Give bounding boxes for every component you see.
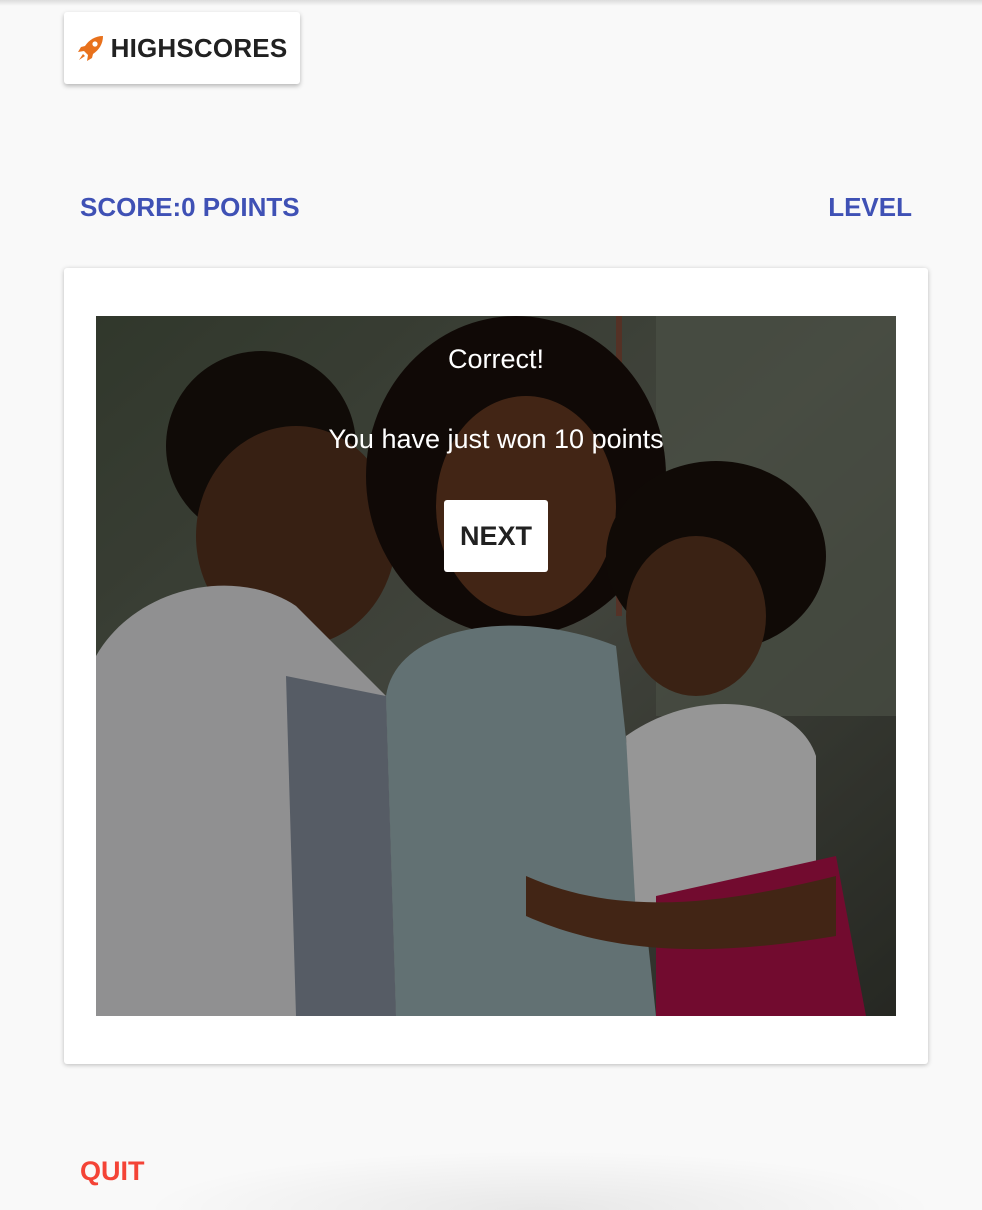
highscores-label: HIGHSCORES xyxy=(110,32,288,63)
result-title: Correct! xyxy=(447,344,545,374)
highscores-button[interactable]: HIGHSCORES xyxy=(64,12,300,84)
next-button[interactable]: NEXT xyxy=(444,500,548,572)
dark-overlay xyxy=(96,316,896,1016)
quit-button[interactable]: QUIT xyxy=(80,1156,145,1187)
level-label: LEVEL xyxy=(828,192,912,222)
rocket-icon xyxy=(77,34,105,62)
family-photo: Correct! You have just won 10 points NEX… xyxy=(96,316,896,1016)
question-card: Correct! You have just won 10 points NEX… xyxy=(64,268,928,1064)
result-message: You have just won 10 points xyxy=(328,424,664,454)
top-shadow xyxy=(0,0,982,6)
score-label: SCORE:0 POINTS xyxy=(80,192,300,222)
bottom-shadow xyxy=(140,1150,940,1210)
